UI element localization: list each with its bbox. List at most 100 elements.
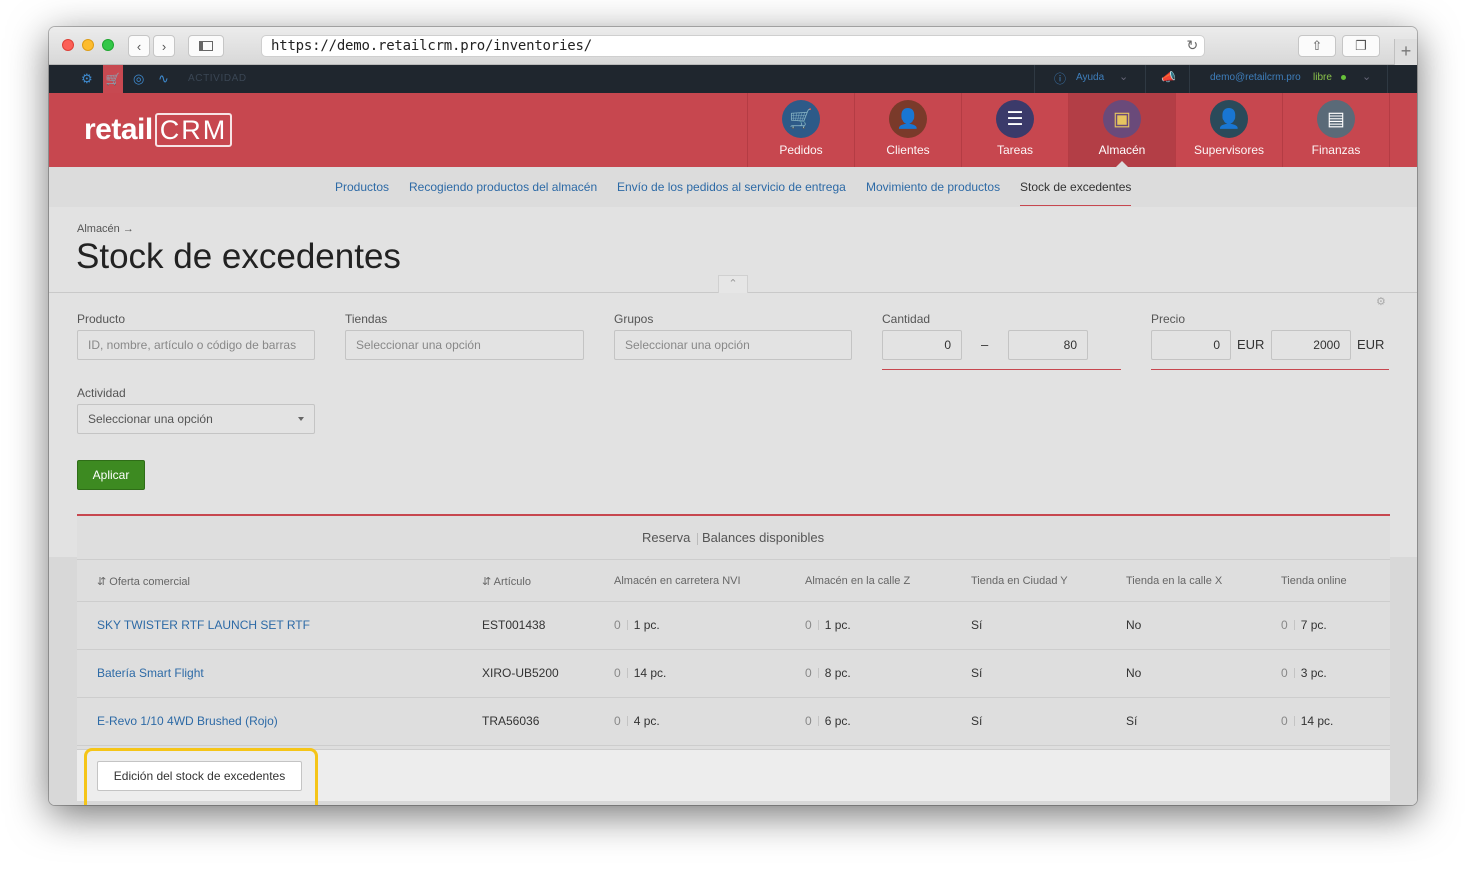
tab-reserva[interactable]: Reserva <box>642 530 690 545</box>
stock-cell: 01 pc. <box>614 618 660 632</box>
nav-label: Finanzas <box>1311 143 1361 157</box>
offer-link[interactable]: E-Revo 1/10 4WD Brushed (Rojo) <box>97 714 278 728</box>
nav-clientes[interactable]: 👤 Clientes <box>854 93 961 167</box>
apply-button[interactable]: Aplicar <box>77 460 145 490</box>
producto-label: Producto <box>77 312 126 326</box>
stock-cell: 07 pc. <box>1281 618 1327 632</box>
column-oferta-comercial[interactable]: ⇵ Oferta comercial <box>97 575 190 588</box>
offer-link[interactable]: Batería Smart Flight <box>97 666 204 680</box>
stock-cell: 04 pc. <box>614 714 660 728</box>
chevron-down-icon <box>298 417 304 421</box>
sidebar-toggle-button[interactable] <box>188 35 224 57</box>
activity-label[interactable]: ACTIVIDAD <box>188 73 247 84</box>
close-window-button[interactable] <box>62 39 74 51</box>
help-icon: ⓘ <box>1054 72 1067 86</box>
divider <box>1387 65 1388 93</box>
table-row: Batería Smart Flight XIRO-UB5200 0 14 pc.… <box>77 650 1390 698</box>
subnav-envio-pedidos[interactable]: Envío de los pedidos al servicio de entr… <box>617 180 846 194</box>
flag-cell: Sí <box>1126 714 1138 728</box>
subnav-movimiento-productos[interactable]: Movimiento de productos <box>866 180 1000 194</box>
subnav-recogiendo-productos[interactable]: Recogiendo productos del almacén <box>409 180 597 194</box>
help-link[interactable]: Ayuda <box>1076 72 1104 83</box>
column-label: Artículo <box>493 576 531 588</box>
new-tab-button[interactable]: + <box>1394 39 1417 65</box>
stock-cell: 06 pc. <box>805 714 851 728</box>
article-cell: TRA56036 <box>482 714 540 728</box>
chart-line-icon[interactable]: ∿ <box>158 71 169 87</box>
chevron-down-icon[interactable]: ⌄ <box>1119 70 1128 83</box>
divider <box>1189 65 1190 93</box>
precio-label: Precio <box>1151 312 1186 326</box>
cart-icon[interactable]: 🛒 <box>103 65 123 93</box>
gear-icon[interactable]: ⚙ <box>81 71 93 87</box>
producto-input[interactable]: ID, nombre, artículo o código de barras <box>77 330 315 360</box>
stock-table: Reserva Balances disponibles ⇵ Oferta co… <box>77 514 1390 777</box>
column-articulo[interactable]: ⇵ Artículo <box>482 575 531 588</box>
target-icon[interactable]: ◎ <box>133 71 144 87</box>
megaphone-icon[interactable]: 📣 <box>1161 70 1176 84</box>
stock-cell: 0 14 pc. <box>614 666 667 680</box>
article-cell: EST001438 <box>482 618 546 632</box>
cantidad-max-input[interactable]: 80 <box>1008 330 1088 360</box>
nav-tareas[interactable]: ☰ Tareas <box>961 93 1068 167</box>
chevron-down-icon[interactable]: ⌄ <box>1362 70 1371 83</box>
tiendas-select[interactable]: Seleccionar una opción <box>345 330 584 360</box>
nav-pedidos[interactable]: 🛒 Pedidos <box>747 93 854 167</box>
chevron-up-icon: ⌃ <box>728 278 738 290</box>
minimize-window-button[interactable] <box>82 39 94 51</box>
nav-almacen[interactable]: ▣ Almacén <box>1068 93 1175 167</box>
box-icon: ▣ <box>1103 100 1141 138</box>
precio-min-input[interactable]: 0 <box>1151 330 1231 360</box>
zoom-window-button[interactable] <box>102 39 114 51</box>
flag-cell: No <box>1126 666 1142 680</box>
column-tienda-ciudad-y: Tienda en Ciudad Y <box>971 575 1068 587</box>
user-email[interactable]: demo@retailcrm.pro <box>1210 72 1301 83</box>
precio-min-unit: EUR <box>1237 337 1265 352</box>
tabs-overview-button[interactable]: ❐ <box>1342 35 1380 57</box>
sort-icon: ⇵ <box>97 576 110 588</box>
reload-icon[interactable]: ↻ <box>1186 36 1198 56</box>
chevron-right-icon: › <box>161 38 167 54</box>
share-button[interactable]: ⇧ <box>1298 35 1336 57</box>
article-cell: XIRO-UB5200 <box>482 666 559 680</box>
retailcrm-logo[interactable]: retail CRM <box>84 113 233 147</box>
subnav-productos[interactable]: Productos <box>335 180 389 194</box>
table-tabs: Reserva Balances disponibles <box>77 516 1390 560</box>
forward-button[interactable]: › <box>153 35 175 57</box>
actividad-label: Actividad <box>77 386 126 400</box>
browser-toolbar: ‹ › https://demo.retailcrm.pro/inventori… <box>49 27 1417 65</box>
subnav-active-underline <box>1020 205 1131 206</box>
flag-cell: Sí <box>971 714 983 728</box>
offer-link[interactable]: SKY TWISTER RTF LAUNCH SET RTF <box>97 618 310 632</box>
address-bar[interactable]: https://demo.retailcrm.pro/inventories/ … <box>261 35 1205 57</box>
precio-max-input[interactable]: 2000 <box>1271 330 1351 360</box>
gear-icon[interactable]: ⚙ <box>1376 295 1386 308</box>
cantidad-active-line <box>882 369 1121 370</box>
nav-finanzas[interactable]: ▤ Finanzas <box>1282 93 1390 167</box>
nav-label: Tareas <box>996 143 1034 157</box>
subnav-stock-excedentes[interactable]: Stock de excedentes <box>1020 180 1131 194</box>
column-label: Oferta comercial <box>109 576 190 588</box>
edit-surplus-stock-button[interactable]: Edición del stock de excedentes <box>97 761 302 791</box>
back-button[interactable]: ‹ <box>128 35 150 57</box>
grupos-select[interactable]: Seleccionar una opción <box>614 330 852 360</box>
breadcrumb[interactable]: Almacén → <box>77 223 134 235</box>
url-text: https://demo.retailcrm.pro/inventories/ <box>271 38 592 54</box>
top-utility-bar: ⚙ 🛒 ◎ ∿ ACTIVIDAD ⓘ Ayuda ⌄ 📣 demo@retai… <box>49 65 1417 93</box>
nav-supervisores[interactable]: 👤 Supervisores <box>1175 93 1282 167</box>
stock-cell: 01 pc. <box>805 618 851 632</box>
cantidad-min-input[interactable]: 0 <box>882 330 962 360</box>
column-tienda-calle-x: Tienda en la calle X <box>1126 575 1223 587</box>
browser-window: ‹ › https://demo.retailcrm.pro/inventori… <box>49 27 1417 805</box>
collapse-filters-button[interactable]: ⌃ <box>718 275 748 293</box>
cart-icon: 🛒 <box>782 100 820 138</box>
chat-list-icon: ☰ <box>996 100 1034 138</box>
tabs-icon: ❐ <box>1355 38 1367 53</box>
actividad-select[interactable]: Seleccionar una opción <box>77 404 315 434</box>
column-tienda-online: Tienda online <box>1281 575 1347 587</box>
nav-label: Almacén <box>1098 143 1146 157</box>
tab-balances-disponibles[interactable]: Balances disponibles <box>702 530 824 545</box>
sub-navigation: Productos Recogiendo productos del almac… <box>49 167 1417 207</box>
flag-cell: Sí <box>971 666 983 680</box>
range-separator: – <box>981 337 989 352</box>
